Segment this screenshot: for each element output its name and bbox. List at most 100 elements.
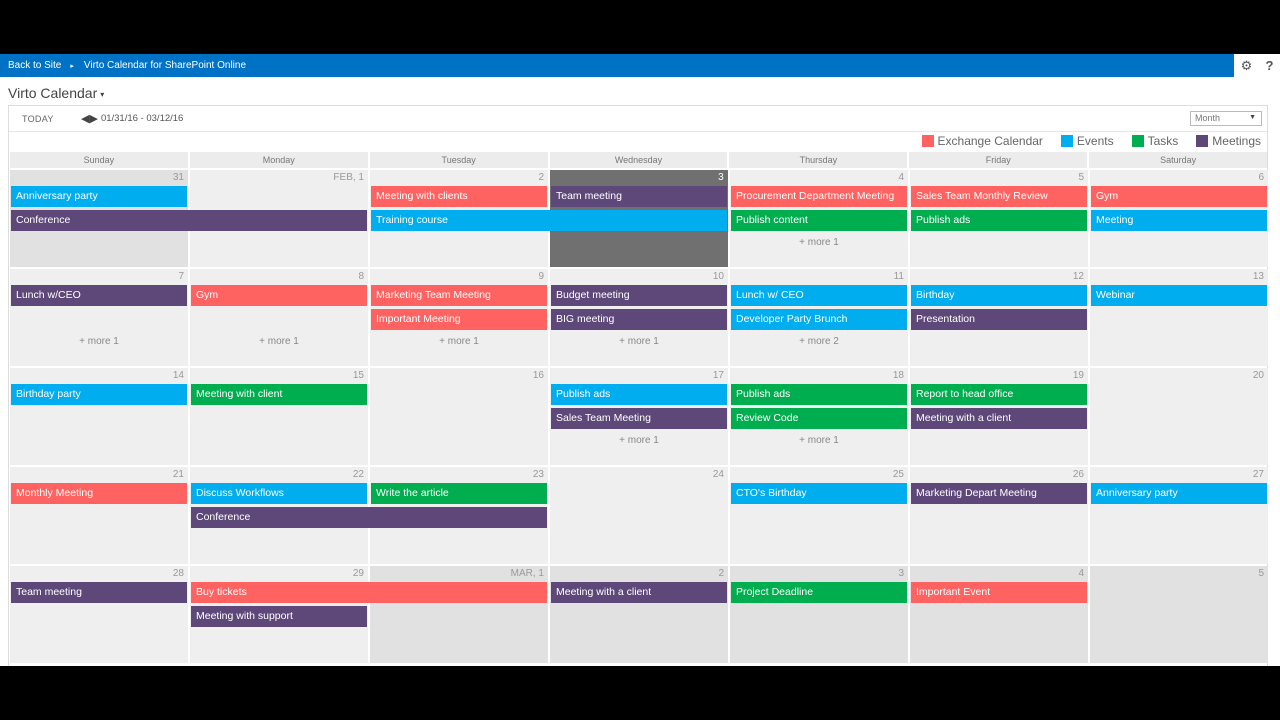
legend-swatch bbox=[1060, 135, 1073, 147]
app-screen: Back to Site ▸ Virto Calendar for ShareP… bbox=[0, 54, 1280, 666]
view-select[interactable]: Month ▼ bbox=[1190, 111, 1262, 126]
legend-item-exchange[interactable]: Exchange Calendar bbox=[921, 134, 1043, 148]
gear-icon[interactable]: ⚙ bbox=[1241, 58, 1253, 74]
weekday-wednesday: Wednesday bbox=[549, 152, 728, 168]
event-tasks[interactable]: Project Deadline bbox=[731, 582, 907, 603]
day-cell[interactable]: 24 bbox=[550, 467, 728, 564]
today-button[interactable]: TODAY bbox=[22, 114, 54, 124]
day-cell[interactable]: 27 bbox=[1090, 467, 1268, 564]
day-number: 2 bbox=[718, 568, 724, 579]
event-meetings[interactable]: Meeting with a client bbox=[551, 582, 727, 603]
day-number: 3 bbox=[898, 568, 904, 579]
event-meetings[interactable]: Team meeting bbox=[551, 186, 727, 207]
event-exchange[interactable]: Important Meeting bbox=[371, 309, 547, 330]
event-tasks[interactable]: Publish ads bbox=[731, 384, 907, 405]
event-events[interactable]: Lunch w/ CEO bbox=[731, 285, 907, 306]
legend-item-meetings[interactable]: Meetings bbox=[1196, 134, 1261, 148]
event-meetings[interactable]: Budget meeting bbox=[551, 285, 727, 306]
day-number: 8 bbox=[358, 271, 364, 282]
legend-item-tasks[interactable]: Tasks bbox=[1131, 134, 1178, 148]
event-tasks[interactable]: Publish content bbox=[731, 210, 907, 231]
more-events-link[interactable]: + more 1 bbox=[730, 435, 908, 446]
day-number: 31 bbox=[172, 172, 184, 183]
day-number: 24 bbox=[712, 469, 724, 480]
event-tasks[interactable]: Meeting with client bbox=[191, 384, 367, 405]
day-number: 14 bbox=[172, 370, 184, 381]
more-events-link[interactable]: + more 1 bbox=[550, 435, 728, 446]
event-meetings[interactable]: Team meeting bbox=[11, 582, 187, 603]
day-number: 29 bbox=[352, 568, 364, 579]
calendar-title-menu[interactable]: Virto Calendar ▾ bbox=[8, 85, 104, 101]
event-events[interactable]: Publish ads bbox=[551, 384, 727, 405]
day-cell[interactable]: 5 bbox=[1090, 566, 1268, 663]
event-meetings[interactable]: Conference bbox=[11, 210, 367, 231]
legend-label: Events bbox=[1076, 134, 1114, 148]
event-events[interactable]: Anniversary party bbox=[11, 186, 187, 207]
event-meetings[interactable]: Sales Team Meeting bbox=[551, 408, 727, 429]
event-events[interactable]: Webinar bbox=[1091, 285, 1267, 306]
day-number: 3 bbox=[718, 172, 724, 183]
event-exchange[interactable]: Meeting with clients bbox=[371, 186, 547, 207]
more-events-link[interactable]: + more 1 bbox=[370, 336, 548, 347]
more-events-link[interactable]: + more 1 bbox=[10, 336, 188, 347]
event-meetings[interactable]: Meeting with support bbox=[191, 606, 367, 627]
event-meetings[interactable]: Marketing Depart Meeting bbox=[911, 483, 1087, 504]
prev-arrow-icon[interactable]: ◀ bbox=[81, 112, 89, 125]
weekday-thursday: Thursday bbox=[729, 152, 908, 168]
event-meetings[interactable]: Lunch w/CEO bbox=[11, 285, 187, 306]
day-cell[interactable]: 4 bbox=[910, 566, 1088, 663]
event-exchange[interactable]: Buy tickets bbox=[191, 582, 547, 603]
legend-item-events[interactable]: Events bbox=[1060, 134, 1114, 148]
day-cell[interactable]: 16 bbox=[370, 368, 548, 465]
back-to-site-link[interactable]: Back to Site bbox=[0, 60, 61, 71]
weekday-sunday: Sunday bbox=[10, 152, 188, 168]
event-events[interactable]: Training course bbox=[371, 210, 727, 231]
day-cell[interactable]: 26 bbox=[910, 467, 1088, 564]
more-events-link[interactable]: + more 2 bbox=[730, 336, 908, 347]
legend-label: Meetings bbox=[1212, 134, 1261, 148]
event-events[interactable]: Anniversary party bbox=[1091, 483, 1267, 504]
more-events-link[interactable]: + more 1 bbox=[730, 237, 908, 248]
day-cell[interactable]: 14 bbox=[10, 368, 188, 465]
event-events[interactable]: Birthday bbox=[911, 285, 1087, 306]
event-tasks[interactable]: Write the article bbox=[371, 483, 547, 504]
day-cell[interactable]: 13 bbox=[1090, 269, 1268, 366]
event-events[interactable]: Birthday party bbox=[11, 384, 187, 405]
event-meetings[interactable]: Presentation bbox=[911, 309, 1087, 330]
event-exchange[interactable]: Important Event bbox=[911, 582, 1087, 603]
day-cell[interactable]: 15 bbox=[190, 368, 368, 465]
event-events[interactable]: CTO's Birthday bbox=[731, 483, 907, 504]
event-events[interactable]: Meeting bbox=[1091, 210, 1267, 231]
event-exchange[interactable]: Sales Team Monthly Review bbox=[911, 186, 1087, 207]
day-cell[interactable]: 2 bbox=[550, 566, 728, 663]
help-icon[interactable]: ? bbox=[1265, 58, 1273, 73]
event-tasks[interactable]: Publish ads bbox=[911, 210, 1087, 231]
day-cell[interactable]: 3 bbox=[730, 566, 908, 663]
event-exchange[interactable]: Monthly Meeting bbox=[11, 483, 187, 504]
event-meetings[interactable]: Meeting with a client bbox=[911, 408, 1087, 429]
day-cell[interactable]: MAR, 1 bbox=[370, 566, 548, 663]
event-exchange[interactable]: Gym bbox=[1091, 186, 1267, 207]
event-exchange[interactable]: Gym bbox=[191, 285, 367, 306]
day-number: 21 bbox=[172, 469, 184, 480]
day-cell[interactable]: 8 bbox=[190, 269, 368, 366]
event-events[interactable]: Discuss Workflows bbox=[191, 483, 367, 504]
event-meetings[interactable]: BIG meeting bbox=[551, 309, 727, 330]
event-events[interactable]: Developer Party Brunch bbox=[731, 309, 907, 330]
event-exchange[interactable]: Procurement Department Meeting bbox=[731, 186, 907, 207]
more-events-link[interactable]: + more 1 bbox=[550, 336, 728, 347]
day-cell[interactable]: 25 bbox=[730, 467, 908, 564]
event-tasks[interactable]: Review Code bbox=[731, 408, 907, 429]
day-number: 26 bbox=[1072, 469, 1084, 480]
day-cell[interactable]: 20 bbox=[1090, 368, 1268, 465]
app-title-link[interactable]: Virto Calendar for SharePoint Online bbox=[84, 60, 246, 71]
more-events-link[interactable]: + more 1 bbox=[190, 336, 368, 347]
day-cell[interactable]: 28 bbox=[10, 566, 188, 663]
event-tasks[interactable]: Report to head office bbox=[911, 384, 1087, 405]
event-meetings[interactable]: Conference bbox=[191, 507, 547, 528]
event-exchange[interactable]: Marketing Team Meeting bbox=[371, 285, 547, 306]
day-number: 20 bbox=[1252, 370, 1264, 381]
day-cell[interactable]: 7 bbox=[10, 269, 188, 366]
next-arrow-icon[interactable]: ▶ bbox=[89, 112, 97, 125]
day-cell[interactable]: 21 bbox=[10, 467, 188, 564]
